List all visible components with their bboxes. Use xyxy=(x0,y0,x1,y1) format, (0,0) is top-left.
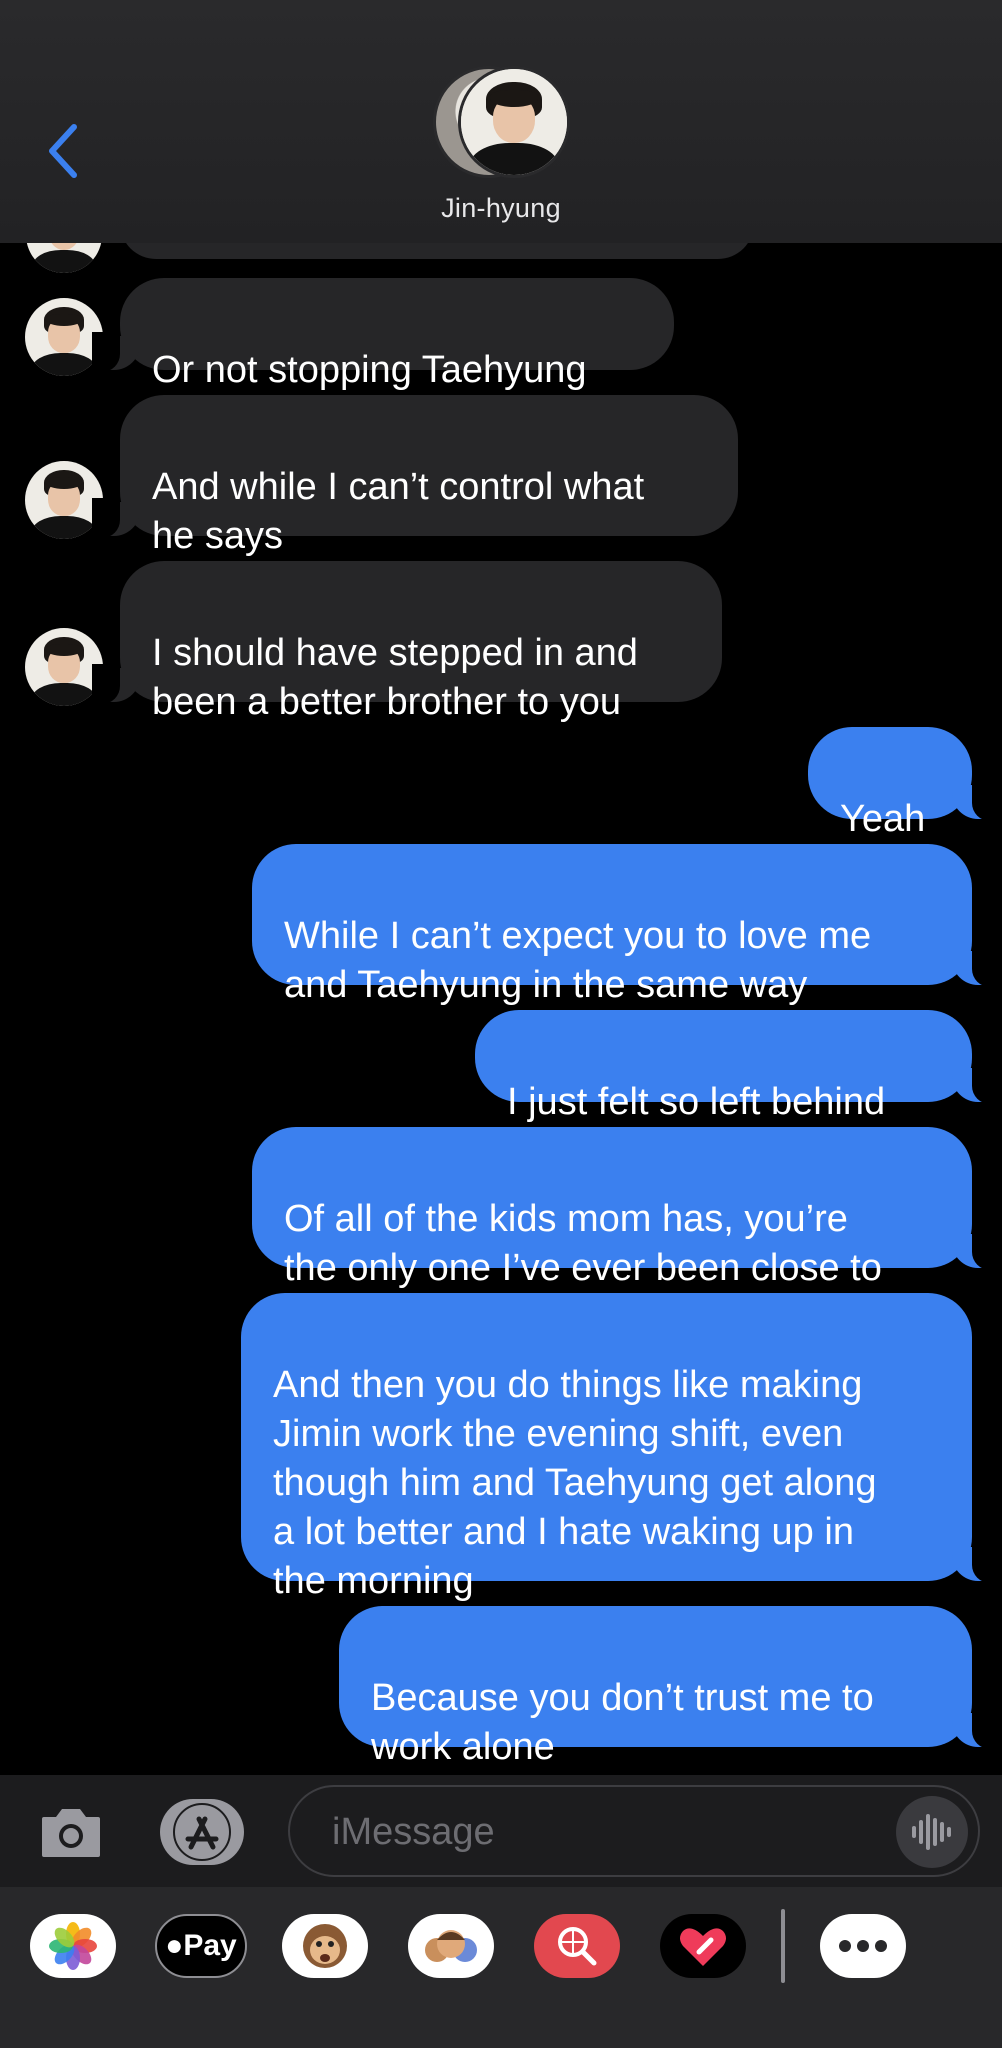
message-text: And then you do things like making Jimin… xyxy=(273,1364,877,1602)
contact-avatar-group[interactable] xyxy=(433,66,573,178)
message-bubble-incoming[interactable]: Or not stopping Taehyung xyxy=(92,278,674,391)
image-search-icon xyxy=(558,1927,597,1966)
message-text: And while I can’t control what he says xyxy=(152,466,645,557)
image-search-button[interactable] xyxy=(534,1914,620,1978)
message-text: Of all of the kids mom has, you’re the o… xyxy=(284,1198,882,1289)
message-bubble-outgoing[interactable]: Yeah xyxy=(808,727,1000,840)
drawer-divider xyxy=(781,1909,785,1983)
message-bubble-outgoing[interactable]: I just felt so left behind xyxy=(475,1010,1000,1123)
audio-waveform-icon xyxy=(912,1814,951,1850)
message-bubble-outgoing[interactable]: And then you do things like making Jimin… xyxy=(241,1293,1000,1602)
message-text: Or not stopping Taehyung xyxy=(152,349,587,391)
animoji-button[interactable] xyxy=(282,1914,368,1978)
message-bubble-incoming[interactable]: And while I can’t control what he says xyxy=(92,395,738,557)
app-store-button[interactable] xyxy=(160,1799,244,1865)
compose-bar xyxy=(0,1775,1002,1887)
message-bubble-outgoing[interactable]: While I can’t expect you to love me and … xyxy=(252,844,1000,1006)
digital-touch-icon xyxy=(680,1928,726,1966)
back-button[interactable] xyxy=(38,118,88,184)
apple-pay-icon: ●Pay xyxy=(165,1929,237,1962)
camera-icon xyxy=(42,1809,100,1857)
app-drawer: ●Pay xyxy=(0,1887,1002,2048)
message-text: Yeah xyxy=(840,798,926,840)
message-text: I just felt so left behind xyxy=(507,1081,886,1123)
message-text: While I can’t expect you to love me and … xyxy=(284,915,872,1006)
camera-button[interactable] xyxy=(38,1801,104,1863)
contact-name[interactable]: Jin-hyung xyxy=(0,193,1002,224)
message-bubble-incoming[interactable]: I should have stepped in and been a bett… xyxy=(92,561,722,723)
messages-screen: Jin-hyung Or not stopping Taehyung And w… xyxy=(0,0,1002,2048)
audio-message-button[interactable] xyxy=(896,1796,968,1868)
digital-touch-button[interactable] xyxy=(660,1914,746,1978)
animoji-icon xyxy=(303,1924,347,1968)
conversation-header: Jin-hyung xyxy=(0,0,1002,243)
photos-app-button[interactable] xyxy=(30,1914,116,1978)
app-store-icon xyxy=(173,1803,231,1861)
memoji-icon xyxy=(425,1930,477,1962)
photos-icon xyxy=(49,1922,97,1970)
message-text: Because you don’t trust me to work alone xyxy=(371,1677,874,1768)
message-list[interactable]: Or not stopping Taehyung And while I can… xyxy=(0,223,1002,1773)
message-input-field[interactable] xyxy=(288,1785,980,1877)
message-bubble-outgoing[interactable]: Of all of the kids mom has, you’re the o… xyxy=(252,1127,1000,1289)
chevron-left-icon xyxy=(49,124,77,178)
memoji-button[interactable] xyxy=(408,1914,494,1978)
message-bubble-outgoing[interactable]: Because you don’t trust me to work alone xyxy=(339,1606,1000,1768)
message-input[interactable] xyxy=(330,1801,874,1863)
contact-avatar xyxy=(458,66,570,178)
more-apps-button[interactable] xyxy=(820,1914,906,1978)
apple-pay-button[interactable]: ●Pay xyxy=(155,1914,247,1978)
message-text: I should have stepped in and been a bett… xyxy=(152,632,638,723)
more-icon xyxy=(839,1940,887,1952)
